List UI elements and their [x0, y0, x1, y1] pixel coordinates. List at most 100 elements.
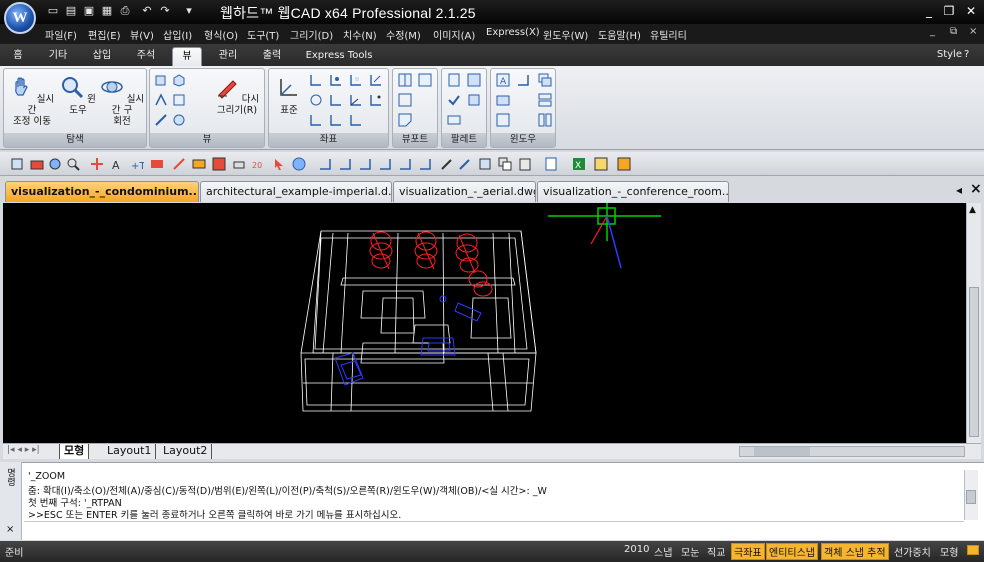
- status-version[interactable]: 2010: [624, 544, 649, 555]
- ucs-y-icon[interactable]: [329, 113, 343, 127]
- tool-paste-icon[interactable]: [518, 157, 532, 171]
- status-snap[interactable]: 스냅: [654, 544, 672, 559]
- horizontal-scroll-thumb[interactable]: [754, 447, 810, 456]
- ucs-z-icon[interactable]: [349, 113, 363, 127]
- status-ortho[interactable]: 직교: [707, 544, 725, 559]
- view-manager-icon[interactable]: [172, 113, 186, 127]
- view-preset-icon[interactable]: [172, 93, 186, 107]
- tool-ucs-4-icon[interactable]: [378, 157, 392, 171]
- tool-save-view-icon[interactable]: [212, 157, 226, 171]
- zoom-window-button[interactable]: 윈도우: [58, 75, 98, 116]
- layer-icon[interactable]: [467, 93, 481, 107]
- view-cube-icon[interactable]: [172, 73, 186, 87]
- ucs-standard-button[interactable]: 표준: [273, 75, 305, 116]
- menu-insert[interactable]: 삽입(I): [163, 27, 192, 42]
- window-arrange-icon[interactable]: A: [496, 73, 510, 87]
- ucs-x-icon[interactable]: [309, 113, 323, 127]
- tool-note-icon[interactable]: [594, 157, 608, 171]
- realtime-rotate-button[interactable]: 실시간 구 회전: [98, 75, 146, 127]
- view-edit-icon[interactable]: [154, 113, 168, 127]
- ucs-object-icon[interactable]: [369, 73, 383, 87]
- window-tile-h-icon[interactable]: [538, 93, 552, 107]
- menu-modify[interactable]: 수정(M): [386, 27, 421, 42]
- drawing-canvas[interactable]: [3, 203, 966, 443]
- design-center-icon[interactable]: [467, 73, 481, 87]
- view-named-icon[interactable]: [154, 93, 168, 107]
- ucs-zaxis-icon[interactable]: [349, 93, 363, 107]
- ucs-world-icon[interactable]: [309, 73, 323, 87]
- close-document-button[interactable]: ×: [970, 181, 982, 197]
- layout-tab-layout1[interactable]: Layout1: [103, 444, 157, 459]
- tool-brush-icon[interactable]: [458, 157, 472, 171]
- tool-palette-icon[interactable]: [447, 93, 461, 107]
- status-grid[interactable]: 모눈: [681, 544, 699, 559]
- tool-render-icon[interactable]: [48, 157, 62, 171]
- tool-ucs-1-icon[interactable]: [318, 157, 332, 171]
- doc-tab-aerial[interactable]: visualization_-_aerial.dwg: [393, 181, 536, 202]
- tool-ucs-3-icon[interactable]: [358, 157, 372, 171]
- status-osnap[interactable]: 엔티티스냅: [766, 543, 818, 560]
- new-file-icon[interactable]: ▭: [46, 4, 60, 18]
- view-3d-icon[interactable]: [154, 73, 168, 87]
- viewport-new-icon[interactable]: [418, 73, 432, 87]
- menu-help[interactable]: 도움말(H): [598, 27, 641, 42]
- tool-match-icon[interactable]: [172, 157, 186, 171]
- tool-set-icon[interactable]: [150, 157, 164, 171]
- doc-tab-condominium[interactable]: visualization_-_condominium...: [5, 181, 199, 202]
- tab-scroll-left-icon[interactable]: ◂: [956, 183, 962, 197]
- realtime-pan-button[interactable]: 실시간 조정 이동: [8, 75, 56, 127]
- tool-copy-icon[interactable]: [498, 157, 512, 171]
- tool-ucs-6-icon[interactable]: [418, 157, 432, 171]
- restore-button[interactable]: ❐: [941, 3, 957, 19]
- menu-express[interactable]: Express(X): [486, 27, 540, 38]
- window-file-tabs-icon[interactable]: [496, 93, 510, 107]
- tool-excel-icon[interactable]: X: [572, 157, 586, 171]
- tool-insert-text-icon[interactable]: +T: [130, 157, 144, 171]
- tool-ucs-5-icon[interactable]: [398, 157, 412, 171]
- window-layouts-icon[interactable]: [496, 113, 510, 127]
- tool-zoom-realtime-icon[interactable]: [66, 157, 80, 171]
- vertical-scroll-thumb[interactable]: [969, 287, 979, 437]
- menu-image[interactable]: 이미지(A): [433, 27, 475, 42]
- print-icon[interactable]: ⎙: [118, 4, 132, 18]
- notification-mail-icon[interactable]: [967, 545, 979, 555]
- menu-dimension[interactable]: 치수(N): [343, 27, 377, 42]
- tool-3d-view-icon[interactable]: [10, 157, 24, 171]
- ucs-3point-icon[interactable]: [369, 93, 383, 107]
- tool-globe-icon[interactable]: [292, 157, 306, 171]
- command-scroll-thumb[interactable]: [966, 490, 976, 504]
- menu-tools[interactable]: 도구(T): [247, 27, 279, 42]
- tab-etc[interactable]: 기타: [42, 47, 74, 66]
- qat-dropdown-icon[interactable]: ▾: [182, 4, 196, 18]
- command-input[interactable]: [24, 521, 964, 539]
- status-model[interactable]: 모형: [940, 544, 958, 559]
- ribbon-help-icon[interactable]: ?: [964, 49, 969, 60]
- horizontal-scrollbar[interactable]: [739, 446, 965, 457]
- status-lineweight[interactable]: 선가중치: [894, 544, 931, 559]
- open-folder-icon[interactable]: ▤: [64, 4, 78, 18]
- tab-output[interactable]: 출력: [255, 47, 289, 66]
- status-otrack[interactable]: 객체 스냅 추적: [821, 543, 889, 560]
- command-line-area[interactable]: '_ZOOM 줌: 확대(I)/축소(O)/전체(A)/중심(C)/동적(D)/…: [0, 462, 984, 540]
- ucs-previous-icon[interactable]: [329, 73, 343, 87]
- tool-snap-icon[interactable]: [90, 157, 104, 171]
- tool-export-icon[interactable]: [617, 157, 631, 171]
- layout-tab-layout2[interactable]: Layout2: [159, 444, 213, 459]
- application-menu-button[interactable]: W: [4, 2, 36, 34]
- doc-minimize-button[interactable]: _: [930, 26, 935, 37]
- vertical-scrollbar[interactable]: ▲: [966, 203, 981, 443]
- menu-edit[interactable]: 편집(E): [88, 27, 121, 42]
- menu-draw[interactable]: 그리기(D): [290, 27, 333, 42]
- doc-restore-button[interactable]: ⧉: [950, 26, 957, 37]
- tool-document-icon[interactable]: [544, 157, 558, 171]
- doc-tab-architectural-example[interactable]: architectural_example-imperial.d...: [200, 181, 392, 202]
- window-switch-icon[interactable]: [516, 73, 530, 87]
- layout-nav-first-icon[interactable]: |◂ ◂ ▸ ▸|: [7, 445, 40, 455]
- tool-text-icon[interactable]: A: [110, 157, 124, 171]
- command-window-close-icon[interactable]: ×: [6, 524, 14, 535]
- tab-annotate[interactable]: 주석: [130, 47, 162, 66]
- tool-print-icon[interactable]: [232, 157, 246, 171]
- tool-layer-set-icon[interactable]: [192, 157, 206, 171]
- save-as-icon[interactable]: ▦: [100, 4, 114, 18]
- doc-close-button[interactable]: ×: [969, 26, 977, 37]
